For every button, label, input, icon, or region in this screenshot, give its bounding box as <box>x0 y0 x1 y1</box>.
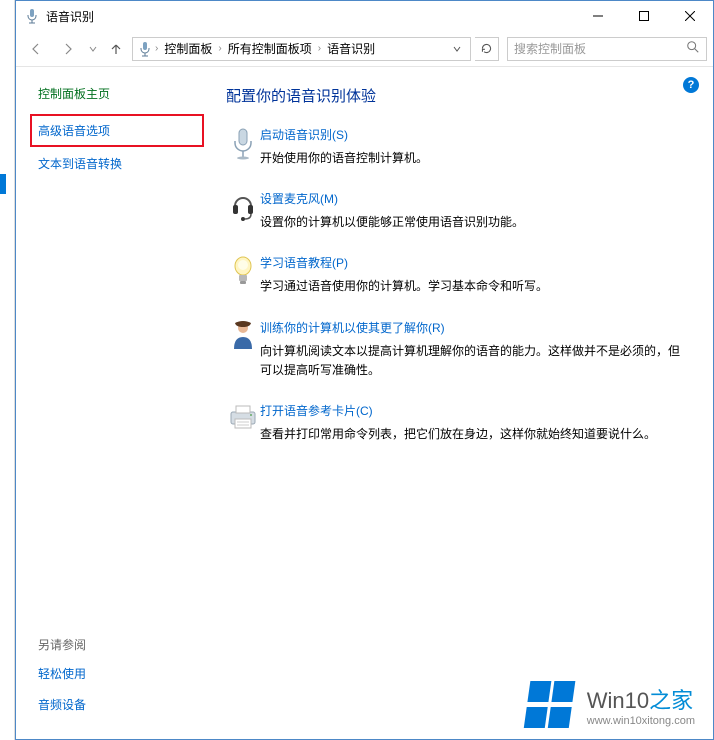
person-icon <box>226 319 260 380</box>
watermark-brand: Win10之家 <box>587 683 695 715</box>
microphone-icon <box>226 126 260 168</box>
back-button[interactable] <box>22 35 50 63</box>
sidebar-link-text-to-speech[interactable]: 文本到语音转换 <box>38 155 204 172</box>
titlebar: 语音识别 <box>16 1 713 31</box>
window-controls <box>575 1 713 31</box>
maximize-button[interactable] <box>621 1 667 31</box>
minimize-button[interactable] <box>575 1 621 31</box>
breadcrumb-item[interactable]: 所有控制面板项 <box>224 40 316 57</box>
option-link[interactable]: 训练你的计算机以使其更了解你(R) <box>260 319 689 336</box>
option-train: 训练你的计算机以使其更了解你(R) 向计算机阅读文本以提高计算机理解你的语音的能… <box>226 319 689 380</box>
option-desc: 开始使用你的语音控制计算机。 <box>260 149 689 168</box>
see-also-ease-of-access[interactable]: 轻松使用 <box>38 665 204 682</box>
option-link[interactable]: 打开语音参考卡片(C) <box>260 402 689 419</box>
main-panel: ? 配置你的语音识别体验 启动语音识别(S) 开始使用你的语音控制计算机。 设置… <box>216 67 713 739</box>
option-desc: 学习通过语音使用你的计算机。学习基本命令和听写。 <box>260 277 689 296</box>
watermark-url: www.win10xitong.com <box>587 715 695 727</box>
breadcrumb-item[interactable]: 控制面板 <box>160 40 216 57</box>
option-desc: 查看并打印常用命令列表，把它们放在身边，这样你就始终知道要说什么。 <box>260 425 689 444</box>
option-tutorial: 学习语音教程(P) 学习通过语音使用你的计算机。学习基本命令和听写。 <box>226 254 689 296</box>
see-also-heading: 另请参阅 <box>38 636 204 653</box>
window-title: 语音识别 <box>46 8 575 25</box>
chevron-right-icon[interactable]: › <box>318 43 321 54</box>
address-dropdown[interactable] <box>448 45 466 53</box>
printer-icon <box>226 402 260 444</box>
control-panel-window: 语音识别 › <box>15 0 714 740</box>
option-link[interactable]: 启动语音识别(S) <box>260 126 689 143</box>
option-link[interactable]: 学习语音教程(P) <box>260 254 689 271</box>
up-button[interactable] <box>104 35 128 63</box>
option-link[interactable]: 设置麦克风(M) <box>260 190 689 207</box>
option-setup-mic: 设置麦克风(M) 设置你的计算机以便能够正常使用语音识别功能。 <box>226 190 689 232</box>
option-desc: 向计算机阅读文本以提高计算机理解你的语音的能力。这样做并不是必须的，但可以提高听… <box>260 342 689 380</box>
control-panel-home-link[interactable]: 控制面板主页 <box>38 85 204 102</box>
search-input[interactable] <box>514 42 686 56</box>
sidebar: 控制面板主页 高级语音选项 文本到语音转换 另请参阅 轻松使用 音频设备 <box>16 67 216 739</box>
chevron-right-icon[interactable]: › <box>218 43 221 54</box>
page-title: 配置你的语音识别体验 <box>226 85 689 106</box>
background-window-edge <box>0 0 15 740</box>
content-area: 控制面板主页 高级语音选项 文本到语音转换 另请参阅 轻松使用 音频设备 ? 配… <box>16 67 713 739</box>
close-button[interactable] <box>667 1 713 31</box>
option-start-speech: 启动语音识别(S) 开始使用你的语音控制计算机。 <box>226 126 689 168</box>
forward-button[interactable] <box>54 35 82 63</box>
microphone-app-icon <box>24 8 40 24</box>
search-box[interactable] <box>507 37 707 61</box>
address-bar[interactable]: › 控制面板 › 所有控制面板项 › 语音识别 <box>132 37 471 61</box>
windows-logo-icon <box>523 681 578 729</box>
search-icon[interactable] <box>686 40 700 57</box>
breadcrumb-item[interactable]: 语音识别 <box>323 40 379 57</box>
navigation-bar: › 控制面板 › 所有控制面板项 › 语音识别 <box>16 31 713 67</box>
headset-icon <box>226 190 260 232</box>
recent-dropdown[interactable] <box>86 35 100 63</box>
chevron-right-icon[interactable]: › <box>155 43 158 54</box>
option-desc: 设置你的计算机以便能够正常使用语音识别功能。 <box>260 213 689 232</box>
option-reference-card: 打开语音参考卡片(C) 查看并打印常用命令列表，把它们放在身边，这样你就始终知道… <box>226 402 689 444</box>
selection-indicator <box>0 174 6 194</box>
lightbulb-icon <box>226 254 260 296</box>
watermark: Win10之家 www.win10xitong.com <box>527 681 695 729</box>
help-icon[interactable]: ? <box>683 77 699 93</box>
sidebar-link-advanced-speech[interactable]: 高级语音选项 <box>30 114 204 147</box>
refresh-button[interactable] <box>475 37 499 61</box>
see-also-audio-devices[interactable]: 音频设备 <box>38 696 204 713</box>
microphone-path-icon <box>137 41 153 57</box>
